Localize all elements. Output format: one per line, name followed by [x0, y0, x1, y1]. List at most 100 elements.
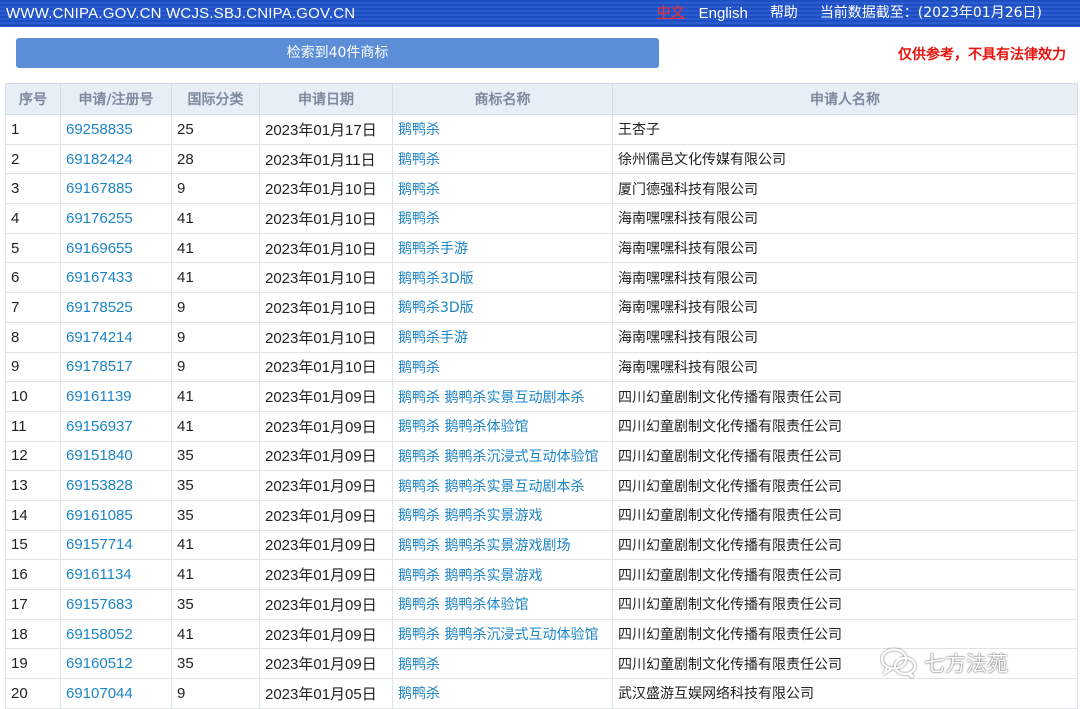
- trademark-name-link[interactable]: 鹅鸭杀3D版: [392, 262, 613, 294]
- trademark-name-link[interactable]: 鹅鸭杀 鹅鸭杀体验馆: [392, 589, 613, 620]
- intl-class: 41: [171, 618, 260, 650]
- table-row: 16 69161134 41 2023年01月09日 鹅鸭杀 鹅鸭杀实景游戏 四川幻童剧制…: [5, 559, 1078, 590]
- registration-number-link[interactable]: 69176255: [60, 203, 172, 234]
- registration-number-link[interactable]: 69161085: [60, 499, 172, 531]
- registration-number-link[interactable]: 69160512: [60, 648, 172, 680]
- table-row: 13 69153828 35 2023年01月09日 鹅鸭杀 鹅鸭杀实景互动剧本杀 四川幻…: [5, 470, 1078, 501]
- row-number: 6: [5, 262, 61, 294]
- row-number: 7: [5, 292, 61, 323]
- registration-number-link[interactable]: 69158052: [60, 618, 172, 650]
- trademark-name-link[interactable]: 鹅鸭杀 鹅鸭杀沉浸式互动体验馆: [392, 618, 613, 650]
- help-link[interactable]: 帮助: [770, 0, 798, 27]
- applicant-name: 四川幻童剧制文化传播有限责任公司: [612, 381, 1078, 412]
- col-header-date: 申请日期: [259, 83, 393, 115]
- applicant-name: 海南嘿嘿科技有限公司: [612, 232, 1078, 264]
- application-date: 2023年01月09日: [259, 470, 393, 501]
- trademark-name-link[interactable]: 鹅鸭杀 鹅鸭杀体验馆: [392, 410, 613, 442]
- row-number: 2: [5, 143, 61, 175]
- row-number: 9: [5, 351, 61, 383]
- application-date: 2023年01月11日: [259, 143, 393, 175]
- trademark-name-link[interactable]: 鹅鸭杀手游: [392, 232, 613, 264]
- registration-number-link[interactable]: 69178525: [60, 292, 172, 323]
- table-row: 4 69176255 41 2023年01月10日 鹅鸭杀 海南嘿嘿科技有限公司: [5, 203, 1078, 234]
- table-row: 9 69178517 9 2023年01月10日 鹅鸭杀 海南嘿嘿科技有限公司: [5, 351, 1078, 383]
- applicant-name: 徐州儒邑文化传媒有限公司: [612, 143, 1078, 175]
- top-banner: WWW.CNIPA.GOV.CN WCJS.SBJ.CNIPA.GOV.CN 中…: [0, 0, 1080, 27]
- table-row: 14 69161085 35 2023年01月09日 鹅鸭杀 鹅鸭杀实景游戏 四川幻童剧制…: [5, 499, 1078, 531]
- application-date: 2023年01月09日: [259, 381, 393, 412]
- application-date: 2023年01月17日: [259, 114, 393, 145]
- applicant-name: 海南嘿嘿科技有限公司: [612, 262, 1078, 294]
- watermark-text: 七方法苑: [924, 652, 1008, 676]
- application-date: 2023年01月09日: [259, 410, 393, 442]
- intl-class: 41: [171, 559, 260, 590]
- registration-number-link[interactable]: 69182424: [60, 143, 172, 175]
- lang-chinese-link[interactable]: 中文: [657, 0, 685, 27]
- trademark-name-link[interactable]: 鹅鸭杀: [392, 114, 613, 145]
- intl-class: 41: [171, 262, 260, 294]
- trademark-name-link[interactable]: 鹅鸭杀 鹅鸭杀实景互动剧本杀: [392, 381, 613, 412]
- intl-class: 9: [171, 173, 260, 205]
- lang-english-link[interactable]: English: [699, 0, 748, 27]
- registration-number-link[interactable]: 69161134: [60, 559, 172, 590]
- row-number: 16: [5, 559, 61, 590]
- applicant-name: 四川幻童剧制文化传播有限责任公司: [612, 499, 1078, 531]
- table-row: 12 69151840 35 2023年01月09日 鹅鸭杀 鹅鸭杀沉浸式互动体验馆 四川…: [5, 440, 1078, 472]
- application-date: 2023年01月05日: [259, 678, 393, 709]
- trademark-name-link[interactable]: 鹅鸭杀 鹅鸭杀实景游戏: [392, 499, 613, 531]
- registration-number-link[interactable]: 69258835: [60, 114, 172, 145]
- registration-number-link[interactable]: 69157683: [60, 589, 172, 620]
- trademark-name-link[interactable]: 鹅鸭杀 鹅鸭杀实景互动剧本杀: [392, 470, 613, 501]
- intl-class: 41: [171, 381, 260, 412]
- row-number: 8: [5, 321, 61, 353]
- registration-number-link[interactable]: 69151840: [60, 440, 172, 472]
- application-date: 2023年01月10日: [259, 173, 393, 205]
- registration-number-link[interactable]: 69167885: [60, 173, 172, 205]
- trademark-name-link[interactable]: 鹅鸭杀: [392, 678, 613, 709]
- trademark-name-link[interactable]: 鹅鸭杀 鹅鸭杀实景游戏剧场: [392, 529, 613, 561]
- registration-number-link[interactable]: 69169655: [60, 232, 172, 264]
- table-header-row: 序号 申请/注册号 国际分类 申请日期 商标名称 申请人名称: [5, 83, 1078, 115]
- registration-number-link[interactable]: 69157714: [60, 529, 172, 561]
- applicant-name: 海南嘿嘿科技有限公司: [612, 203, 1078, 234]
- table-row: 15 69157714 41 2023年01月09日 鹅鸭杀 鹅鸭杀实景游戏剧场 四川幻童…: [5, 529, 1078, 561]
- table-row: 17 69157683 35 2023年01月09日 鹅鸭杀 鹅鸭杀体验馆 四川幻童剧制文…: [5, 589, 1078, 620]
- row-number: 10: [5, 381, 61, 412]
- intl-class: 9: [171, 321, 260, 353]
- applicant-name: 武汉盛游互娱网络科技有限公司: [612, 678, 1078, 709]
- intl-class: 28: [171, 143, 260, 175]
- trademark-name-link[interactable]: 鹅鸭杀: [392, 143, 613, 175]
- application-date: 2023年01月10日: [259, 232, 393, 264]
- table-row: 20 69107044 9 2023年01月05日 鹅鸭杀 武汉盛游互娱网络科技有限公司: [5, 678, 1078, 709]
- row-number: 14: [5, 499, 61, 531]
- trademark-name-link[interactable]: 鹅鸭杀: [392, 203, 613, 234]
- trademark-name-link[interactable]: 鹅鸭杀手游: [392, 321, 613, 353]
- intl-class: 41: [171, 410, 260, 442]
- registration-number-link[interactable]: 69178517: [60, 351, 172, 383]
- applicant-name: 四川幻童剧制文化传播有限责任公司: [612, 589, 1078, 620]
- trademark-name-link[interactable]: 鹅鸭杀3D版: [392, 292, 613, 323]
- data-date: 当前数据截至：(2023年01月26日): [819, 5, 1042, 21]
- application-date: 2023年01月10日: [259, 262, 393, 294]
- table-row: 5 69169655 41 2023年01月10日 鹅鸭杀手游 海南嘿嘿科技有限公司: [5, 232, 1078, 264]
- applicant-name: 厦门德强科技有限公司: [612, 173, 1078, 205]
- disclaimer: 仅供参考，不具有法律效力: [898, 47, 1066, 63]
- registration-number-link[interactable]: 69174214: [60, 321, 172, 353]
- trademark-name-link[interactable]: 鹅鸭杀: [392, 648, 613, 680]
- intl-class: 25: [171, 114, 260, 145]
- intl-class: 9: [171, 292, 260, 323]
- col-header-reg-no: 申请/注册号: [60, 83, 172, 115]
- registration-number-link[interactable]: 69107044: [60, 678, 172, 709]
- application-date: 2023年01月09日: [259, 499, 393, 531]
- trademark-name-link[interactable]: 鹅鸭杀: [392, 173, 613, 205]
- registration-number-link[interactable]: 69167433: [60, 262, 172, 294]
- trademark-name-link[interactable]: 鹅鸭杀 鹅鸭杀沉浸式互动体验馆: [392, 440, 613, 472]
- table-row: 11 69156937 41 2023年01月09日 鹅鸭杀 鹅鸭杀体验馆 四川幻童剧制文…: [5, 410, 1078, 442]
- trademark-name-link[interactable]: 鹅鸭杀 鹅鸭杀实景游戏: [392, 559, 613, 590]
- registration-number-link[interactable]: 69153828: [60, 470, 172, 501]
- table-row: 7 69178525 9 2023年01月10日 鹅鸭杀3D版 海南嘿嘿科技有限公司: [5, 292, 1078, 323]
- registration-number-link[interactable]: 69161139: [60, 381, 172, 412]
- application-date: 2023年01月09日: [259, 618, 393, 650]
- trademark-name-link[interactable]: 鹅鸭杀: [392, 351, 613, 383]
- registration-number-link[interactable]: 69156937: [60, 410, 172, 442]
